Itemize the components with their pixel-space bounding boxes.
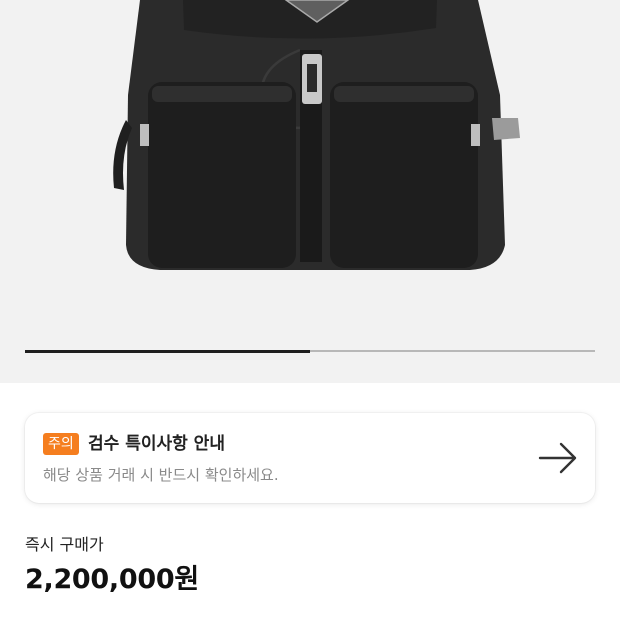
image-slide-indicator-fill (25, 349, 310, 353)
arrow-right-icon[interactable] (537, 441, 579, 475)
inspection-notice-card[interactable]: 주의 검수 특이사항 안내 해당 상품 거래 시 반드시 확인하세요. (25, 413, 595, 503)
notice-badge: 주의 (43, 433, 79, 455)
product-image[interactable] (0, 0, 620, 383)
backpack-illustration (113, 0, 520, 270)
price-label: 즉시 구매가 (25, 535, 104, 554)
price-value: 2,200,000원 (25, 564, 199, 595)
image-slide-indicator (25, 349, 595, 353)
notice-description: 해당 상품 거래 시 반드시 확인하세요. (43, 466, 279, 484)
notice-title: 검수 특이사항 안내 (88, 434, 225, 454)
